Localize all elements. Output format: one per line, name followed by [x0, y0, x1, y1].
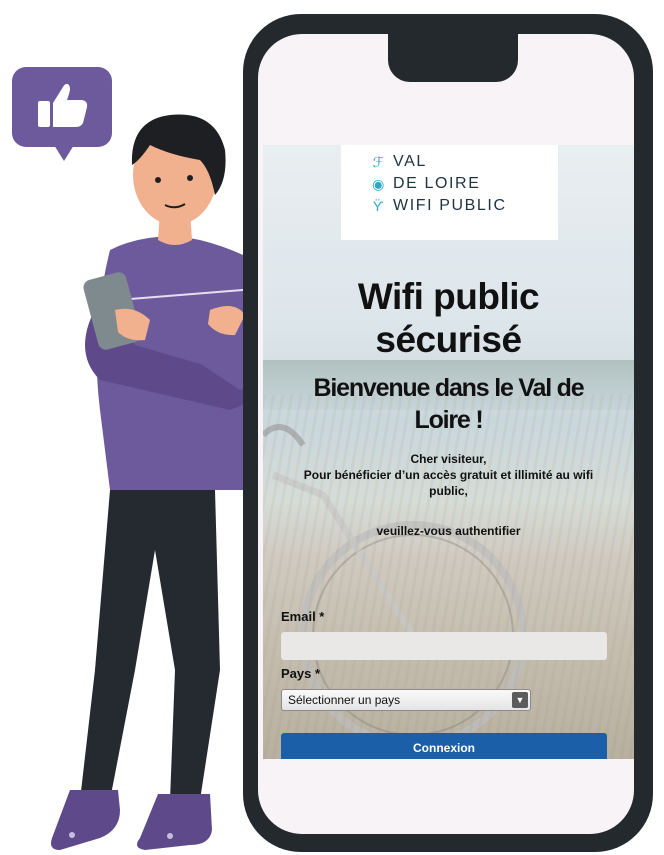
page-title: Wifi public sécurisé [357, 276, 540, 360]
logo-text-wifi-public: WIFI PUBLIC [393, 197, 507, 214]
captive-portal-page: ℱ VAL ◉ DE LOIRE ϔ WIFI PUBLIC Wifi publ… [263, 145, 634, 759]
email-field[interactable] [281, 632, 607, 660]
auth-instruction: veuillez-vous authentifier [376, 524, 521, 538]
chevron-down-icon: ▼ [512, 692, 528, 708]
phone-mockup: ℱ VAL ◉ DE LOIRE ϔ WIFI PUBLIC Wifi publ… [243, 14, 653, 852]
wifi-icon: ◉ [372, 175, 386, 192]
phone-notch [388, 34, 518, 82]
country-select[interactable]: Sélectionner un pays ▼ [281, 689, 531, 711]
country-label: Pays * [281, 666, 321, 681]
logo-val-de-loire: ℱ VAL ◉ DE LOIRE ϔ WIFI PUBLIC [341, 145, 558, 240]
country-select-value: Sélectionner un pays [288, 693, 401, 707]
phone-screen-frame: ℱ VAL ◉ DE LOIRE ϔ WIFI PUBLIC Wifi publ… [258, 34, 634, 834]
antenna-icon: ϔ [372, 198, 386, 214]
email-label: Email * [281, 609, 325, 624]
welcome-heading: Bienvenue dans le Val de Loire ! [313, 374, 585, 434]
connexion-button[interactable]: Connexion [281, 733, 607, 759]
logo-text-de-loire: DE LOIRE [393, 175, 481, 192]
leaf-icon: ℱ [372, 153, 386, 170]
intro-text: Cher visiteur, Pour bénéficier d’un accè… [303, 452, 594, 498]
logo-text-val: VAL [393, 153, 427, 170]
